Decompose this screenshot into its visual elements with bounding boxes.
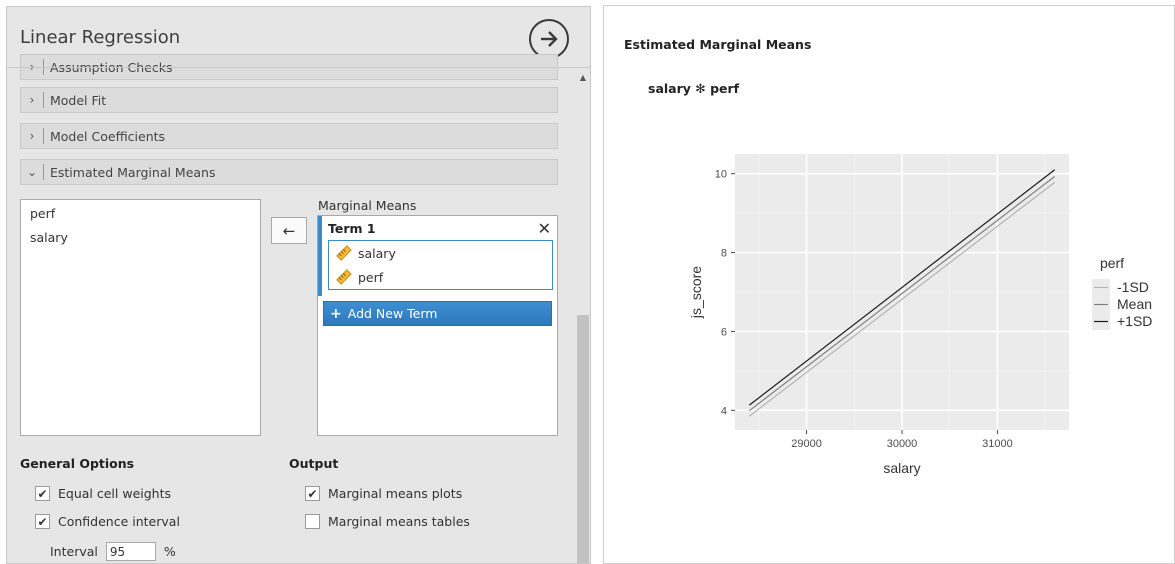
close-icon[interactable]: ✕ — [538, 219, 551, 238]
section-model-fit[interactable]: › Model Fit — [20, 87, 558, 113]
marginal-means-tables-label: Marginal means tables — [328, 514, 470, 529]
chevron-right-icon: › — [29, 93, 35, 107]
options-panel: Linear Regression › Assumption Checks › … — [6, 6, 591, 564]
scroll-up-icon[interactable]: ▲ — [576, 73, 590, 85]
section-label: Model Fit — [50, 92, 107, 108]
marginal-means-plots-checkbox[interactable]: ✔ — [305, 486, 320, 501]
term-title: Term 1 — [328, 221, 376, 236]
results-panel: Estimated Marginal Means salary ✻ perf 2… — [603, 5, 1175, 564]
list-item[interactable]: perf — [329, 265, 552, 289]
divider — [43, 128, 44, 144]
section-estimated-marginal-means[interactable]: ⌄ Estimated Marginal Means — [20, 159, 558, 185]
equal-cell-weights-label: Equal cell weights — [58, 486, 172, 501]
move-variable-button[interactable]: ← — [271, 217, 307, 244]
term-variables-list[interactable]: salary perf — [328, 240, 553, 290]
marginal-means-tables-checkbox[interactable] — [305, 514, 320, 529]
chevron-down-icon: ⌄ — [26, 165, 38, 179]
divider — [43, 92, 44, 108]
interval-label: Interval — [50, 544, 98, 559]
x-tick-label: 30000 — [887, 438, 918, 450]
add-new-term-label: Add New Term — [347, 306, 438, 321]
ruler-icon — [336, 245, 352, 261]
legend-label: +1SD — [1117, 313, 1152, 329]
y-tick-label: 4 — [721, 405, 727, 417]
marginal-means-plot: 29000 30000 31000 4 6 8 10 salary js_score perf -1… — [688, 154, 1152, 476]
list-item[interactable]: salary — [21, 226, 260, 250]
section-model-coefficients[interactable]: › Model Coefficients — [20, 123, 558, 149]
arrow-left-icon: ← — [282, 221, 296, 240]
marginal-means-label: Marginal Means — [318, 198, 417, 213]
arrow-right-icon — [541, 31, 558, 47]
ruler-icon — [336, 269, 352, 285]
term-card: Term 1 ✕ salary perf — [318, 216, 557, 296]
scrollbar-thumb[interactable] — [577, 315, 589, 563]
section-label: Model Coefficients — [50, 128, 166, 144]
section-label: Estimated Marginal Means — [50, 164, 216, 180]
list-item[interactable]: salary — [329, 241, 552, 265]
legend-label: Mean — [1117, 296, 1152, 312]
confidence-interval-checkbox[interactable]: ✔ — [35, 514, 50, 529]
header-divider — [7, 67, 590, 68]
confidence-interval-label: Confidence interval — [58, 514, 180, 529]
scrollbar[interactable]: ▲ — [576, 69, 590, 563]
marginal-means-box: Term 1 ✕ salary perf + Add New Term — [317, 215, 558, 436]
x-tick-label: 31000 — [982, 438, 1013, 450]
confidence-interval-option[interactable]: ✔ Confidence interval — [35, 514, 180, 529]
equal-cell-weights-checkbox[interactable]: ✔ — [35, 486, 50, 501]
marginal-means-plots-option[interactable]: ✔ Marginal means plots — [305, 486, 462, 501]
panel-title: Linear Regression — [20, 27, 181, 48]
x-axis-title: salary — [883, 460, 920, 476]
variables-list[interactable]: perf salary — [20, 199, 261, 436]
marginal-means-plots-label: Marginal means plots — [328, 486, 463, 501]
chevron-right-icon: › — [29, 129, 35, 143]
legend-label: -1SD — [1117, 279, 1149, 295]
x-tick-label: 29000 — [791, 438, 822, 450]
interval-input[interactable] — [105, 542, 156, 561]
list-item[interactable]: perf — [21, 202, 260, 226]
output-heading: Output — [289, 456, 339, 471]
general-options-heading: General Options — [20, 456, 135, 471]
interval-row: Interval % — [50, 542, 176, 561]
add-new-term-button[interactable]: + Add New Term — [323, 301, 552, 326]
y-axis-title: js_score — [688, 266, 704, 319]
marginal-means-tables-option[interactable]: Marginal means tables — [305, 514, 470, 529]
plus-icon: + — [330, 305, 342, 322]
equal-cell-weights-option[interactable]: ✔ Equal cell weights — [35, 486, 171, 501]
legend-title: perf — [1100, 255, 1124, 271]
y-tick-label: 8 — [721, 248, 727, 260]
y-tick-label: 10 — [715, 169, 727, 181]
interval-unit: % — [163, 544, 176, 559]
y-tick-label: 6 — [721, 326, 727, 338]
term-item-label: perf — [358, 269, 384, 285]
run-arrow-button[interactable] — [529, 19, 569, 59]
term-item-label: salary — [358, 245, 396, 261]
divider — [43, 164, 44, 180]
